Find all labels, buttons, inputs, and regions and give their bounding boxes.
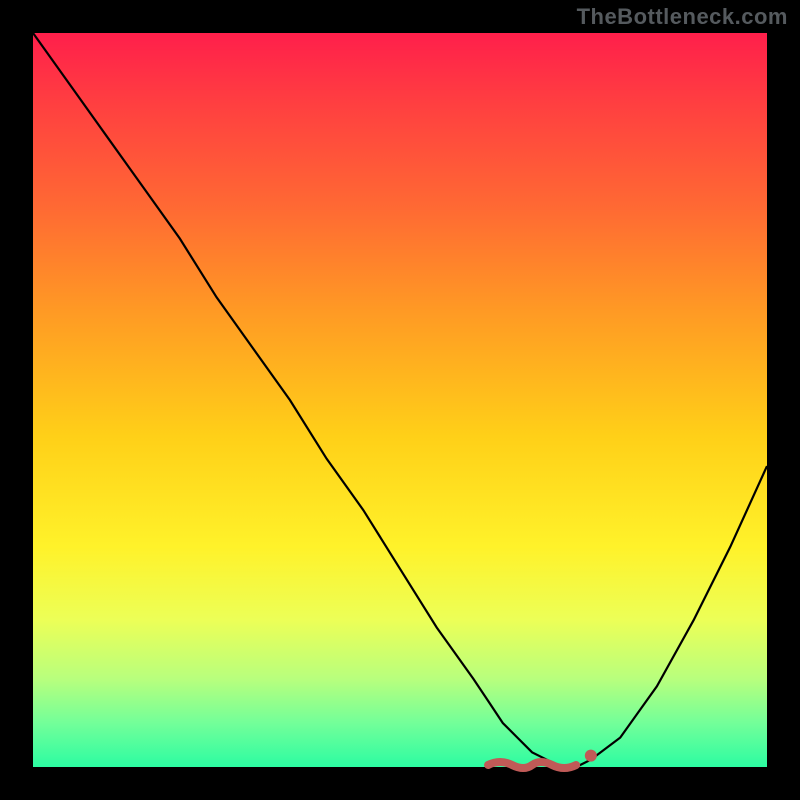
chart-frame: TheBottleneck.com [0, 0, 800, 800]
optimal-region-marker [488, 762, 576, 768]
plot-area [33, 33, 767, 767]
bottleneck-curve-svg [33, 33, 767, 767]
optimal-point-dot [585, 750, 597, 762]
bottleneck-curve [33, 33, 767, 767]
watermark-text: TheBottleneck.com [577, 4, 788, 30]
